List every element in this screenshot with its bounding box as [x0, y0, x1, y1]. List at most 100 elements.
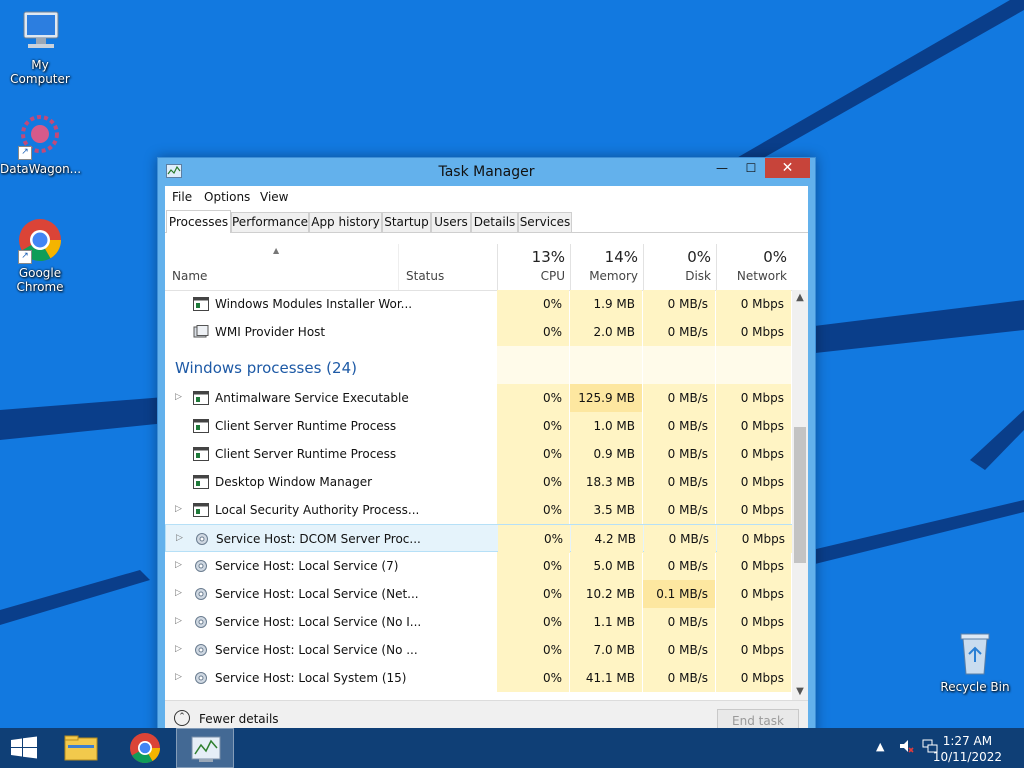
desktop-icon-recycle-bin[interactable]: Recycle Bin [935, 630, 1015, 694]
expand-icon[interactable]: ▷ [175, 588, 182, 598]
clock-date: 10/11/2022 [932, 750, 1002, 764]
table-row[interactable]: ▷ Service Host: Local System (15) 0% 41.1 M… [165, 664, 792, 692]
tab-services[interactable]: Services [518, 212, 572, 232]
process-cpu: 0% [542, 391, 562, 405]
expand-icon[interactable]: ▷ [175, 616, 182, 626]
process-memory: 125.9 MB [578, 391, 635, 405]
memory-label: Memory [589, 269, 638, 283]
table-row[interactable]: ▷ Service Host: Local Service (7) 0% 5.0 MB… [165, 552, 792, 580]
table-row[interactable]: Desktop Window Manager 0% 18.3 MB 0 MB/s 0 M… [165, 468, 792, 496]
expand-icon[interactable]: ▷ [175, 560, 182, 570]
process-disk: 0 MB/s [667, 671, 708, 685]
taskbar-chrome[interactable] [122, 728, 168, 768]
column-disk[interactable]: 0% Disk [643, 244, 717, 290]
volume-muted-icon[interactable] [898, 738, 914, 757]
process-cpu: 0% [543, 532, 563, 546]
tab-processes[interactable]: Processes [166, 210, 231, 233]
task-manager-icon [191, 736, 221, 762]
desktop-icon-my-computer[interactable]: My Computer [0, 8, 80, 86]
shortcut-arrow-icon: ↗ [18, 146, 32, 160]
show-hidden-icons-icon[interactable]: ▲ [876, 740, 884, 753]
desktop-icon-datawagon[interactable]: ↗ DataWagon... [0, 112, 81, 176]
scroll-thumb[interactable] [794, 427, 806, 563]
taskbar-task-manager[interactable] [176, 728, 234, 768]
menu-bar: File Options View [165, 186, 808, 208]
table-row[interactable]: Client Server Runtime Process 0% 1.0 MB 0 M… [165, 412, 792, 440]
process-cpu: 0% [542, 587, 562, 601]
desktop-icon-label: My Computer [10, 58, 70, 86]
menu-options[interactable]: Options [204, 190, 250, 204]
scroll-up-icon[interactable]: ▲ [792, 290, 808, 306]
process-cpu: 0% [542, 671, 562, 685]
process-name: Service Host: Local Service (7) [215, 559, 399, 573]
tab-strip: Processes Performance App history Startu… [165, 210, 808, 233]
group-header[interactable]: Windows processes (24) [165, 346, 792, 384]
process-memory: 10.2 MB [585, 587, 635, 601]
process-window-icon [193, 475, 209, 489]
process-memory: 1.1 MB [593, 615, 635, 629]
process-disk: 0 MB/s [667, 475, 708, 489]
expand-icon[interactable]: ▷ [175, 644, 182, 654]
desktop-icon-label: Recycle Bin [940, 680, 1010, 694]
scroll-down-icon[interactable]: ▼ [792, 684, 808, 700]
tab-details[interactable]: Details [471, 212, 518, 232]
network-label: Network [736, 269, 787, 283]
table-row[interactable]: ▷ Local Security Authority Process... 0% 3.… [165, 496, 792, 524]
process-name: Service Host: Local Service (No I... [215, 615, 422, 629]
process-disk: 0 MB/s [668, 532, 709, 546]
expand-icon[interactable]: ▷ [176, 533, 183, 543]
column-header: ▲ Name Status 13% CPU 14% Memory 0% Disk [165, 244, 808, 291]
table-row[interactable]: ▷ Service Host: Local Service (No I... 0% 1… [165, 608, 792, 636]
table-row[interactable]: Client Server Runtime Process 0% 0.9 MB 0 M… [165, 440, 792, 468]
process-disk: 0 MB/s [667, 419, 708, 433]
expand-icon[interactable]: ▷ [175, 392, 182, 402]
tab-performance[interactable]: Performance [231, 212, 309, 232]
process-cpu: 0% [542, 325, 562, 339]
table-row[interactable]: ▷ Service Host: Local Service (No ... 0% 7.… [165, 636, 792, 664]
clock[interactable]: 1:27 AM 10/11/2022 [933, 733, 1002, 765]
menu-file[interactable]: File [172, 190, 192, 204]
disk-total: 0% [687, 248, 711, 266]
wmi-provider-icon [193, 325, 209, 338]
process-cpu: 0% [542, 297, 562, 311]
process-network: 0 Mbps [740, 587, 784, 601]
process-name: Local Security Authority Process... [215, 503, 420, 517]
table-row[interactable]: Windows Modules Installer Wor... 0% 1.9 MB… [165, 290, 792, 318]
sort-up-icon: ▲ [273, 246, 280, 255]
fewer-details-link[interactable]: Fewer details [199, 712, 279, 726]
minimize-button[interactable]: — [708, 158, 736, 178]
column-name[interactable]: Name [172, 269, 207, 283]
taskbar: ▲ 1:27 AM 10/11/2022 [0, 728, 1024, 768]
process-memory: 18.3 MB [585, 475, 635, 489]
expand-icon[interactable]: ▷ [175, 504, 182, 514]
datawagon-icon: ↗ [16, 112, 64, 160]
table-row[interactable]: ▷ Antimalware Service Executable 0% 125.9 M… [165, 384, 792, 412]
table-row[interactable]: WMI Provider Host 0% 2.0 MB 0 MB/s 0 Mbps [165, 318, 792, 346]
table-row[interactable]: ▷ Service Host: Local Service (Net... 0% 10… [165, 580, 792, 608]
column-status[interactable]: Status [398, 244, 497, 290]
process-network: 0 Mbps [740, 615, 784, 629]
process-memory: 7.0 MB [593, 643, 635, 657]
vertical-scrollbar[interactable]: ▲ ▼ [792, 290, 808, 700]
gear-icon [193, 671, 209, 684]
table-row[interactable]: ▷ Service Host: DCOM Server Proc... 0% 4.2 … [165, 524, 792, 553]
tab-app-history[interactable]: App history [309, 212, 382, 232]
start-button[interactable] [0, 728, 48, 768]
maximize-button[interactable]: ☐ [738, 158, 764, 178]
menu-view[interactable]: View [260, 190, 288, 204]
process-window-icon [193, 447, 209, 461]
desktop-icon-google-chrome[interactable]: ↗ Google Chrome [0, 216, 80, 294]
memory-total: 14% [604, 248, 638, 266]
expand-icon[interactable]: ▷ [175, 672, 182, 682]
title-bar[interactable]: Task Manager — ☐ ✕ [158, 158, 815, 186]
close-button[interactable]: ✕ [765, 158, 810, 178]
taskbar-file-explorer[interactable] [58, 728, 104, 768]
chevron-up-icon[interactable]: ⌃ [174, 710, 190, 726]
tab-users[interactable]: Users [431, 212, 471, 232]
column-cpu[interactable]: 13% CPU [497, 244, 571, 290]
column-network[interactable]: 0% Network [716, 244, 793, 290]
cpu-total: 13% [531, 248, 565, 266]
column-memory[interactable]: 14% Memory [570, 244, 644, 290]
tab-startup[interactable]: Startup [382, 212, 431, 232]
process-disk: 0 MB/s [667, 615, 708, 629]
